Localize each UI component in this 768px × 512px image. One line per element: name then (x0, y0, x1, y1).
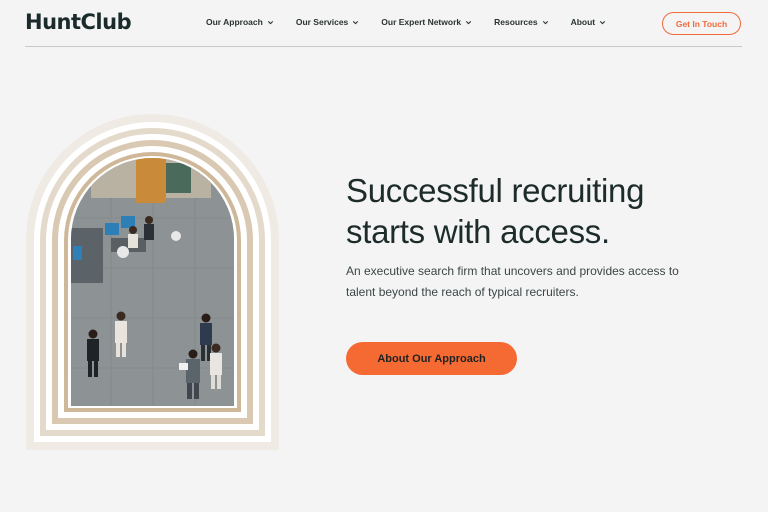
about-our-approach-button[interactable]: About Our Approach (346, 342, 517, 375)
hero-subtitle: An executive search firm that uncovers a… (346, 261, 696, 303)
hero-title-line-2: starts with access. (346, 213, 610, 250)
nav-item-label: Our Approach (206, 17, 263, 27)
office-photo (71, 158, 234, 406)
nav-item-about[interactable]: About (571, 17, 608, 27)
nav-item-label: Our Expert Network (381, 17, 462, 27)
chevron-down-icon (267, 20, 273, 24)
nav-item-label: Resources (494, 17, 538, 27)
hero-title: Successful recruiting starts with access… (346, 170, 706, 252)
site-header: HuntClub Our Approach Our Services Our E… (0, 0, 768, 48)
nav-item-label: About (570, 17, 596, 27)
nav-item-our-expert-network[interactable]: Our Expert Network (381, 17, 473, 27)
hero-subtitle-line-1: An executive search firm that uncovers a… (346, 264, 679, 278)
chevron-down-icon (542, 20, 548, 24)
get-in-touch-button[interactable]: Get In Touch (662, 12, 741, 35)
nav-item-our-approach[interactable]: Our Approach (206, 17, 275, 27)
logo[interactable]: HuntClub (25, 10, 132, 34)
hero-subtitle-line-2: talent beyond the reach of typical recru… (346, 285, 579, 299)
main-nav: Our Approach Our Services Our Expert Net… (206, 17, 628, 27)
chevron-down-icon (465, 20, 472, 24)
nav-item-label: Our Services (295, 17, 349, 27)
hero-arch-graphic (26, 114, 279, 450)
hero-title-line-1: Successful recruiting (346, 172, 645, 209)
nav-item-resources[interactable]: Resources (494, 17, 549, 27)
nav-item-our-services[interactable]: Our Services (296, 17, 360, 27)
chevron-down-icon (353, 20, 359, 24)
office-scene-illustration (71, 158, 234, 406)
header-divider (25, 46, 742, 47)
chevron-down-icon (599, 20, 606, 24)
